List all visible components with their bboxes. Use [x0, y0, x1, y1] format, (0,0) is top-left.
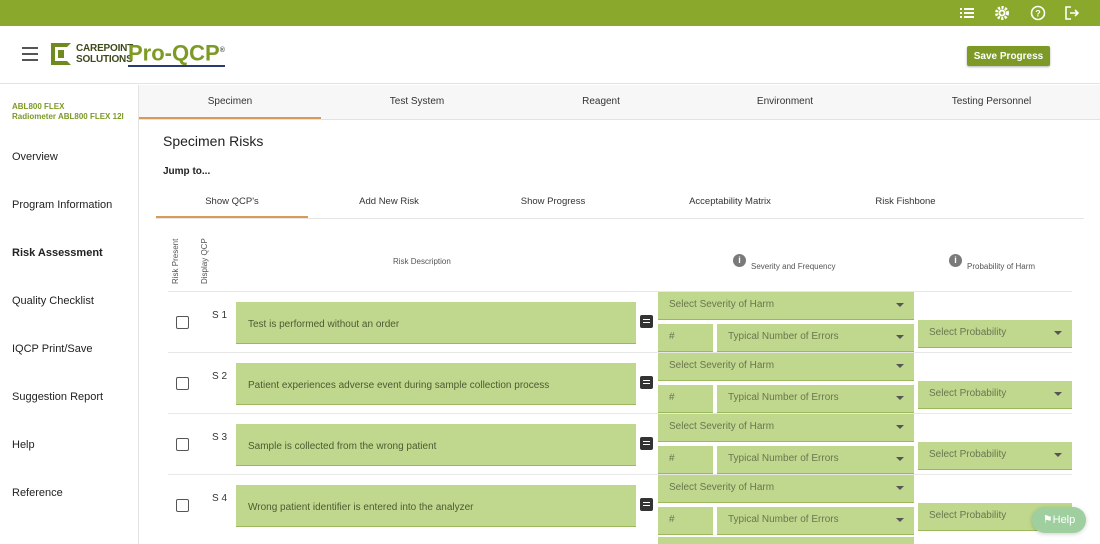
severity-select[interactable]: Select Severity of Harm	[658, 475, 914, 503]
save-progress-button[interactable]: Save Progress	[967, 46, 1050, 66]
severity-select-partial[interactable]	[658, 537, 914, 544]
probability-select[interactable]: Select Probability	[918, 442, 1072, 470]
table-row: S 3 Sample is collected from the wrong p…	[168, 413, 1072, 474]
sidebar: ABL800 FLEX Radiometer ABL800 FLEX 12I O…	[0, 85, 139, 544]
subtab-acceptability-matrix[interactable]: Acceptability Matrix	[654, 186, 806, 218]
chevron-down-icon	[896, 486, 904, 490]
jump-tabs: Show QCP's Add New Risk Show Progress Ac…	[156, 186, 1084, 219]
gear-icon[interactable]	[992, 3, 1012, 23]
risk-id: S 1	[212, 310, 228, 321]
info-icon[interactable]: i	[949, 254, 962, 267]
company-logo-text: CAREPOINT SOLUTIONS	[76, 43, 134, 65]
errors-select[interactable]: Typical Number of Errors	[717, 385, 914, 413]
risk-id: S 2	[212, 371, 228, 382]
page-title: Specimen Risks	[163, 133, 264, 149]
hamburger-menu-icon[interactable]	[22, 47, 38, 61]
subtab-add-new-risk[interactable]: Add New Risk	[316, 186, 462, 218]
info-icon[interactable]: i	[733, 254, 746, 267]
chevron-down-icon	[896, 457, 904, 461]
sidebar-item-quality-checklist[interactable]: Quality Checklist	[12, 295, 94, 307]
severity-select[interactable]: Select Severity of Harm	[658, 292, 914, 320]
risk-description[interactable]: Test is performed without an order	[236, 302, 636, 344]
svg-text:?: ?	[1035, 9, 1041, 19]
column-severity: Severity and Frequency	[751, 262, 836, 271]
sidebar-item-iqcp-print-save[interactable]: IQCP Print/Save	[12, 343, 93, 355]
count-input[interactable]: #	[658, 507, 713, 535]
risk-description[interactable]: Sample is collected from the wrong patie…	[236, 424, 636, 466]
chevron-down-icon	[896, 335, 904, 339]
sidebar-item-risk-assessment[interactable]: Risk Assessment	[12, 247, 103, 259]
note-icon[interactable]	[640, 498, 653, 511]
note-icon[interactable]	[640, 376, 653, 389]
risk-id: S 3	[212, 432, 228, 443]
chevron-down-icon	[896, 425, 904, 429]
carepoint-logo-icon	[51, 43, 71, 65]
severity-select[interactable]: Select Severity of Harm	[658, 414, 914, 442]
jump-to-label: Jump to...	[163, 166, 211, 177]
column-risk-present: Risk Present	[171, 238, 180, 284]
risk-description[interactable]: Patient experiences adverse event during…	[236, 363, 636, 405]
severity-select[interactable]: Select Severity of Harm	[658, 353, 914, 381]
tab-specimen[interactable]: Specimen	[139, 85, 321, 119]
chevron-down-icon	[1054, 392, 1062, 396]
chevron-down-icon	[896, 303, 904, 307]
device-name: ABL800 FLEX Radiometer ABL800 FLEX 12I	[12, 102, 124, 121]
subtab-show-progress[interactable]: Show Progress	[479, 186, 627, 218]
risk-present-checkbox[interactable]	[176, 499, 189, 512]
table-row: S 1 Test is performed without an order S…	[168, 291, 1072, 352]
tab-testing-personnel[interactable]: Testing Personnel	[899, 85, 1084, 119]
sidebar-item-program-information[interactable]: Program Information	[12, 199, 112, 211]
subtab-risk-fishbone[interactable]: Risk Fishbone	[828, 186, 983, 218]
help-circle-icon[interactable]: ?	[1028, 3, 1048, 23]
tab-reagent[interactable]: Reagent	[509, 85, 693, 119]
chevron-down-icon	[896, 518, 904, 522]
risk-present-checkbox[interactable]	[176, 377, 189, 390]
probability-select[interactable]: Select Probability	[918, 381, 1072, 409]
app-header: CAREPOINT SOLUTIONS Pro-QCP® Save Progre…	[0, 26, 1100, 84]
risk-present-checkbox[interactable]	[176, 438, 189, 451]
count-input[interactable]: #	[658, 385, 713, 413]
subtab-show-qcps[interactable]: Show QCP's	[156, 186, 308, 218]
note-icon[interactable]	[640, 315, 653, 328]
table-row: S 4 Wrong patient identifier is entered …	[168, 474, 1072, 535]
risk-present-checkbox[interactable]	[176, 316, 189, 329]
errors-select[interactable]: Typical Number of Errors	[717, 324, 914, 352]
column-risk-description: Risk Description	[393, 257, 451, 266]
risk-description[interactable]: Wrong patient identifier is entered into…	[236, 485, 636, 527]
help-chat-button[interactable]: ⚑Help	[1032, 507, 1086, 533]
sidebar-item-overview[interactable]: Overview	[12, 151, 58, 163]
sidebar-item-suggestion-report[interactable]: Suggestion Report	[12, 391, 103, 403]
chevron-down-icon	[1054, 331, 1062, 335]
tab-environment[interactable]: Environment	[693, 85, 877, 119]
column-display-qcp: Display QCP	[200, 238, 209, 284]
note-icon[interactable]	[640, 437, 653, 450]
logout-icon[interactable]	[1062, 3, 1082, 23]
tab-test-system[interactable]: Test System	[325, 85, 509, 119]
sidebar-item-help[interactable]: Help	[12, 439, 35, 451]
count-input[interactable]: #	[658, 324, 713, 352]
chevron-down-icon	[1054, 453, 1062, 457]
category-tabs: Specimen Test System Reagent Environment…	[139, 85, 1100, 120]
errors-select[interactable]: Typical Number of Errors	[717, 446, 914, 474]
errors-select[interactable]: Typical Number of Errors	[717, 507, 914, 535]
column-probability: Probability of Harm	[967, 262, 1036, 271]
chevron-down-icon	[896, 396, 904, 400]
table-row: S 2 Patient experiences adverse event du…	[168, 352, 1072, 413]
chevron-down-icon	[896, 364, 904, 368]
sidebar-item-reference[interactable]: Reference	[12, 487, 63, 499]
list-icon[interactable]	[957, 3, 977, 23]
count-input[interactable]: #	[658, 446, 713, 474]
chat-icon: ⚑	[1042, 514, 1053, 526]
product-brand: Pro-QCP®	[128, 40, 225, 68]
risk-id: S 4	[212, 493, 228, 504]
probability-select[interactable]: Select Probability	[918, 320, 1072, 348]
top-bar: ?	[0, 0, 1100, 26]
